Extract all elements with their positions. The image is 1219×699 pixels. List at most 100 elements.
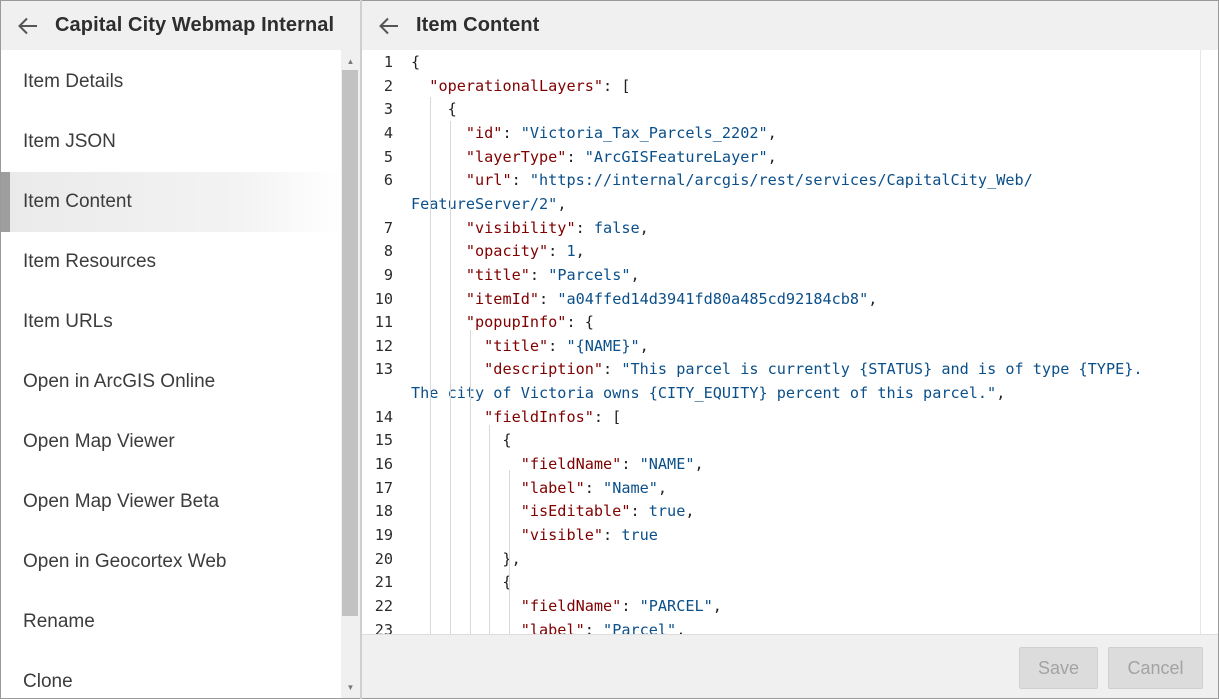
json-punct <box>411 455 521 473</box>
json-punct: , <box>630 265 640 284</box>
code-line: 3 { <box>362 97 1218 121</box>
code-text: "url": "https://internal/arcgis/rest/ser… <box>411 168 1033 192</box>
code-text: "title": "{NAME}", <box>411 334 649 358</box>
item-title: Capital City Webmap Internal <box>55 14 335 36</box>
menu-item-open-map-viewer-beta[interactable]: Open Map Viewer Beta <box>1 472 341 532</box>
json-punct <box>411 77 429 95</box>
code-line: 8 "opacity": 1, <box>362 239 1218 263</box>
code-line: 23 "label": "Parcel", <box>362 618 1218 634</box>
json-key: "fieldName" <box>520 455 622 474</box>
menu-item-label: Item JSON <box>23 131 116 152</box>
arrow-left-icon <box>18 17 37 34</box>
json-key: "itemId" <box>465 289 540 308</box>
json-value: true <box>648 502 686 521</box>
menu-item-item-details[interactable]: Item Details <box>1 52 341 112</box>
code-line: 22 "fieldName": "PARCEL", <box>362 594 1218 618</box>
menu-item-clone[interactable]: Clone <box>1 652 341 698</box>
menu-item-label: Open in ArcGIS Online <box>23 371 216 392</box>
menu-item-label: Open Map Viewer Beta <box>23 491 220 512</box>
json-key: "visibility" <box>465 218 576 237</box>
scroll-down-arrow-icon[interactable]: ▼ <box>341 678 360 696</box>
json-value: FeatureServer/2" <box>411 194 558 213</box>
json-code-editor[interactable]: 1{2 "operationalLayers": [3 {4 "id": "Vi… <box>362 50 1218 634</box>
line-number: 20 <box>374 549 393 568</box>
menu-item-item-urls[interactable]: Item URLs <box>1 292 341 352</box>
json-punct: , <box>694 455 704 474</box>
right-panel-header: Item Content <box>362 1 1218 50</box>
json-value: "Name" <box>603 478 658 497</box>
json-punct: , <box>657 478 668 497</box>
menu-item-item-content[interactable]: Item Content <box>1 172 341 232</box>
save-button[interactable]: Save <box>1019 647 1098 689</box>
json-punct <box>411 479 521 497</box>
code-line: 13 "description": "This parcel is curren… <box>362 357 1218 381</box>
code-text: "layerType": "ArcGISFeatureLayer", <box>411 145 777 169</box>
menu-item-open-in-arcgis-online[interactable]: Open in ArcGIS Online <box>1 352 341 412</box>
json-punct: , <box>685 502 695 521</box>
scroll-up-arrow-icon[interactable]: ▲ <box>341 52 360 70</box>
left-back-button[interactable] <box>1 1 55 50</box>
json-value: false <box>593 218 640 237</box>
code-text: { <box>411 50 420 74</box>
code-text: "label": "Parcel", <box>411 618 686 634</box>
code-line: 18 "isEditable": true, <box>362 499 1218 523</box>
code-line: 5 "layerType": "ArcGISFeatureLayer", <box>362 145 1218 169</box>
menu-item-label: Item Resources <box>23 251 157 272</box>
line-number: 23 <box>374 620 393 634</box>
json-punct <box>411 408 484 426</box>
menu-item-open-in-geocortex-web[interactable]: Open in Geocortex Web <box>1 532 341 592</box>
json-value: "Parcel" <box>603 620 677 634</box>
menu-item-open-map-viewer[interactable]: Open Map Viewer <box>1 412 341 472</box>
json-key: "opacity" <box>465 242 549 261</box>
json-value: 1 <box>566 242 576 261</box>
code-line: 10 "itemId": "a04ffed14d3941fd80a485cd92… <box>362 287 1218 311</box>
right-back-button[interactable] <box>362 1 416 50</box>
line-number: 14 <box>374 407 393 426</box>
json-punct: , <box>767 123 777 142</box>
code-text: "visible": true <box>411 523 658 547</box>
code-text: "fieldInfos": [ <box>411 405 621 429</box>
json-key: "description" <box>484 360 604 379</box>
line-number: 21 <box>374 573 393 592</box>
code-line: 9 "title": "Parcels", <box>362 263 1218 287</box>
code-text: { <box>411 428 511 452</box>
line-number: 7 <box>383 218 393 237</box>
json-punct: : <box>548 336 567 355</box>
code-text: "id": "Victoria_Tax_Parcels_2202", <box>411 121 777 145</box>
menu-item-label: Item URLs <box>23 311 113 332</box>
editor-footer: Save Cancel <box>362 634 1218 698</box>
code-text: "fieldName": "NAME", <box>411 452 704 476</box>
line-number: 15 <box>374 431 393 450</box>
json-punct: : <box>566 147 585 166</box>
scroll-thumb[interactable] <box>342 70 358 616</box>
code-text: "popupInfo": { <box>411 310 594 334</box>
json-punct: , <box>767 147 777 166</box>
menu-item-rename[interactable]: Rename <box>1 592 341 652</box>
json-punct: : <box>511 171 530 190</box>
json-punct: : <box>502 123 521 142</box>
indent-guide <box>470 330 471 634</box>
code-line: 20 }, <box>362 547 1218 571</box>
code-line: 2 "operationalLayers": [ <box>362 74 1218 98</box>
menu-item-item-json[interactable]: Item JSON <box>1 112 341 172</box>
cancel-button[interactable]: Cancel <box>1108 647 1203 689</box>
json-key: "visible" <box>520 526 604 544</box>
indent-guide <box>450 121 451 634</box>
json-key: "layerType" <box>465 147 567 166</box>
menu-item-label: Item Content <box>23 191 132 212</box>
json-punct: , <box>575 242 585 261</box>
code-text: "isEditable": true, <box>411 499 695 523</box>
line-number: 8 <box>383 242 393 261</box>
code-text: }, <box>411 547 520 571</box>
json-key: "id" <box>465 123 503 142</box>
menu-item-label: Open Map Viewer <box>23 431 175 452</box>
json-punct: : <box>539 289 558 308</box>
menu-item-item-resources[interactable]: Item Resources <box>1 232 341 292</box>
json-punct: : { <box>566 313 594 332</box>
menu-scrollbar[interactable]: ▲ ▼ <box>341 50 360 698</box>
json-punct <box>411 148 466 166</box>
json-punct: : [ <box>593 407 622 426</box>
line-number: 10 <box>374 289 393 308</box>
line-number: 5 <box>383 147 393 166</box>
code-text: "opacity": 1, <box>411 239 585 263</box>
